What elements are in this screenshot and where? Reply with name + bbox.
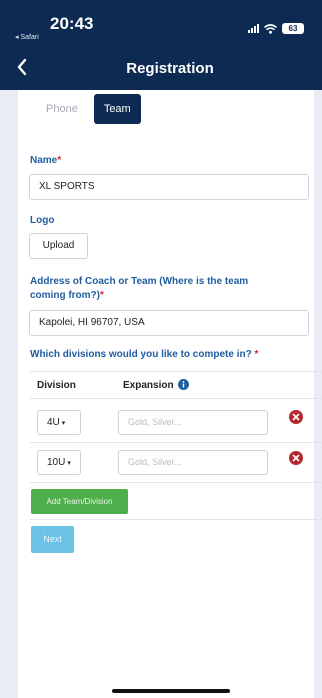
registration-form: Phone Team Name* XL SPORTS Logo Upload A… bbox=[18, 90, 322, 698]
upload-logo-button[interactable]: Upload bbox=[29, 233, 88, 259]
expansion-input[interactable]: Gold, Silver... bbox=[118, 450, 268, 475]
remove-row-icon[interactable] bbox=[289, 451, 303, 465]
tab-phone[interactable]: Phone bbox=[36, 94, 88, 124]
table-divider bbox=[30, 519, 322, 520]
page-title: Registration bbox=[126, 60, 214, 77]
back-to-safari-link[interactable]: ◂ Safari bbox=[15, 33, 39, 41]
divisions-question: Which divisions would you like to compet… bbox=[30, 349, 259, 360]
home-indicator[interactable] bbox=[112, 689, 230, 693]
table-divider bbox=[30, 482, 322, 483]
wifi-icon bbox=[264, 23, 277, 34]
battery-icon: 63 bbox=[282, 23, 304, 34]
expansion-column-header: Expansion bbox=[123, 380, 174, 391]
logo-label: Logo bbox=[30, 215, 55, 226]
app-header: 20:43 ◂ Safari 63 Registration bbox=[0, 0, 322, 90]
cellular-signal-icon bbox=[248, 24, 259, 33]
next-button[interactable]: Next bbox=[31, 526, 74, 553]
tab-bar: Phone Team bbox=[36, 94, 141, 124]
address-input[interactable]: Kapolei, HI 96707, USA bbox=[29, 310, 309, 336]
name-label: Name* bbox=[30, 155, 62, 166]
division-select[interactable]: 10U ▾ bbox=[37, 450, 81, 475]
remove-row-icon[interactable] bbox=[289, 410, 303, 424]
division-column-header: Division bbox=[37, 380, 76, 391]
table-divider bbox=[30, 371, 322, 372]
tab-team[interactable]: Team bbox=[93, 94, 141, 124]
status-icons: 63 bbox=[248, 23, 304, 34]
status-time: 20:43 bbox=[50, 14, 94, 33]
name-input[interactable]: XL SPORTS bbox=[29, 174, 309, 200]
address-label: Address of Coach or Team (Where is the t… bbox=[30, 276, 249, 301]
add-team-division-button[interactable]: Add Team/Division bbox=[31, 489, 128, 514]
table-divider bbox=[30, 398, 322, 399]
division-select[interactable]: 4U ▾ bbox=[37, 410, 81, 435]
expansion-input[interactable]: Gold, Silver... bbox=[118, 410, 268, 435]
info-icon[interactable] bbox=[178, 379, 189, 390]
table-divider bbox=[30, 442, 322, 443]
